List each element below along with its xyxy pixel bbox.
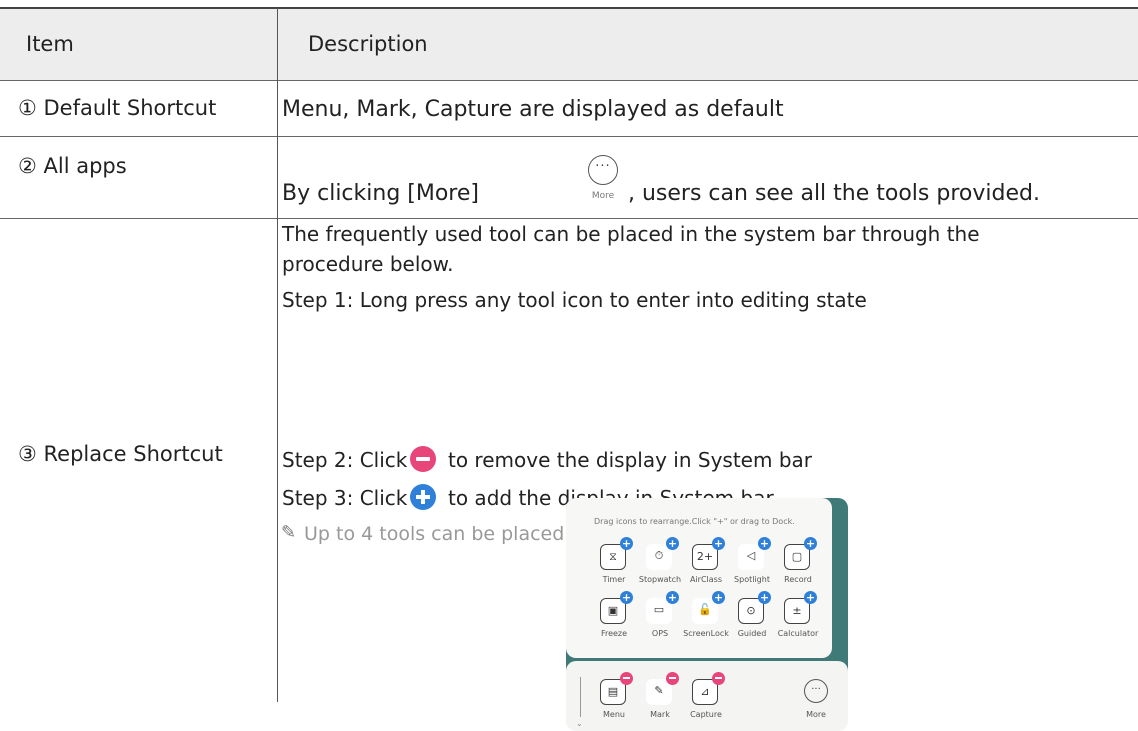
row-item: ① Default Shortcut [18, 96, 217, 120]
note-text: Up to 4 tools can be placed. [304, 523, 571, 545]
tools-panel-screenshot: Drag icons to rearrange.Click "+" or dra… [566, 498, 848, 731]
table-header [0, 8, 1138, 80]
pencil-icon: ✎ [281, 522, 297, 543]
remove-icon [406, 446, 440, 472]
divider [0, 218, 1138, 219]
dock-more: ··· More [788, 679, 844, 729]
step2-text: Step 2: Click [282, 448, 408, 472]
tools-card: Drag icons to rearrange.Click "+" or dra… [566, 498, 832, 658]
system-dock: ⌄ ▤ Menu ✎ Mark ⊿ Capture ··· More [566, 661, 848, 731]
tool-calculator: ± + Calculator [777, 591, 819, 638]
divider [0, 136, 1138, 137]
step2-text: to remove the display in System bar [448, 448, 812, 472]
row-description: Menu, Mark, Capture are displayed as def… [282, 97, 784, 122]
dock-separator [580, 677, 581, 717]
add-icon [406, 484, 440, 510]
row-item: ③ Replace Shortcut [18, 442, 223, 466]
dock-capture: ⊿ Capture [678, 672, 734, 729]
row-description: , users can see all the tools provided. [628, 181, 1040, 206]
panel-hint: Drag icons to rearrange.Click "+" or dra… [594, 517, 795, 526]
header-item: Item [26, 32, 74, 56]
step3-text: Step 3: Click [282, 486, 408, 510]
desc-line: The frequently used tool can be placed i… [282, 222, 980, 246]
chevron-down-icon: ⌄ [576, 719, 583, 728]
desc-line: Step 1: Long press any tool icon to ente… [282, 288, 867, 312]
divider [0, 80, 1138, 81]
row-description: By clicking [More] [282, 181, 479, 206]
header-description: Description [308, 32, 428, 56]
more-icon: ··· More [580, 155, 626, 211]
tool-record: ▢ + Record [784, 537, 817, 584]
row-item: ② All apps [18, 154, 127, 178]
column-divider [277, 8, 278, 702]
divider [0, 7, 1138, 9]
desc-line: procedure below. [282, 252, 454, 276]
